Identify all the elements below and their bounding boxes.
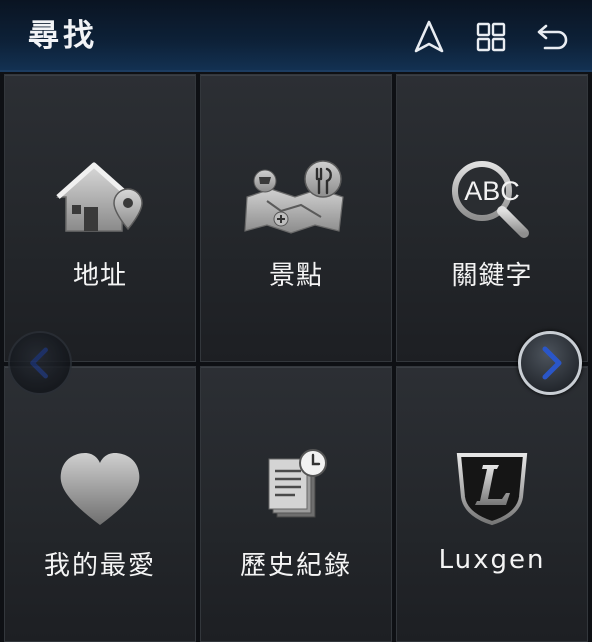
tile-history[interactable]: 歷史紀錄: [200, 366, 392, 642]
tile-favorites[interactable]: 我的最愛: [4, 366, 196, 642]
tile-poi[interactable]: 景點: [200, 74, 392, 362]
chevron-right-icon: [542, 346, 562, 380]
tile-address[interactable]: 地址: [4, 74, 196, 362]
tile-keyword[interactable]: ABC 關鍵字: [396, 74, 588, 362]
back-icon: [537, 24, 568, 50]
tile-label: 關鍵字: [451, 261, 533, 291]
house-pin-icon: [56, 162, 143, 232]
search-category-grid: 地址 景點 ABC 關鍵字 我的最愛 歷史紀錄 Luxgen: [0, 72, 592, 642]
magnifier-abc-icon: ABC: [452, 161, 529, 238]
history-document-icon: [268, 449, 327, 518]
luxgen-logo-icon: [456, 453, 528, 526]
navigation-button[interactable]: [409, 17, 449, 57]
tile-luxgen[interactable]: Luxgen: [396, 366, 588, 642]
tile-label: 地址: [72, 261, 127, 291]
page-title: 尋找: [28, 18, 98, 54]
next-page-button[interactable]: [518, 331, 582, 395]
keyword-icon-text: ABC: [464, 176, 520, 206]
previous-page-button[interactable]: [8, 331, 72, 395]
navigation-arrow-icon: [414, 20, 444, 53]
chevron-left-icon: [30, 347, 48, 379]
map-poi-icon: [244, 160, 344, 234]
grid-icon: [476, 22, 506, 52]
tile-label: Luxgen: [438, 545, 546, 575]
tile-label: 我的最愛: [43, 551, 156, 581]
heart-icon: [60, 453, 140, 525]
back-button[interactable]: [533, 17, 573, 57]
header-bar: 尋找: [0, 0, 592, 72]
tile-label: 景點: [268, 261, 323, 291]
grid-menu-button[interactable]: [471, 17, 511, 57]
tile-label: 歷史紀錄: [239, 551, 352, 581]
